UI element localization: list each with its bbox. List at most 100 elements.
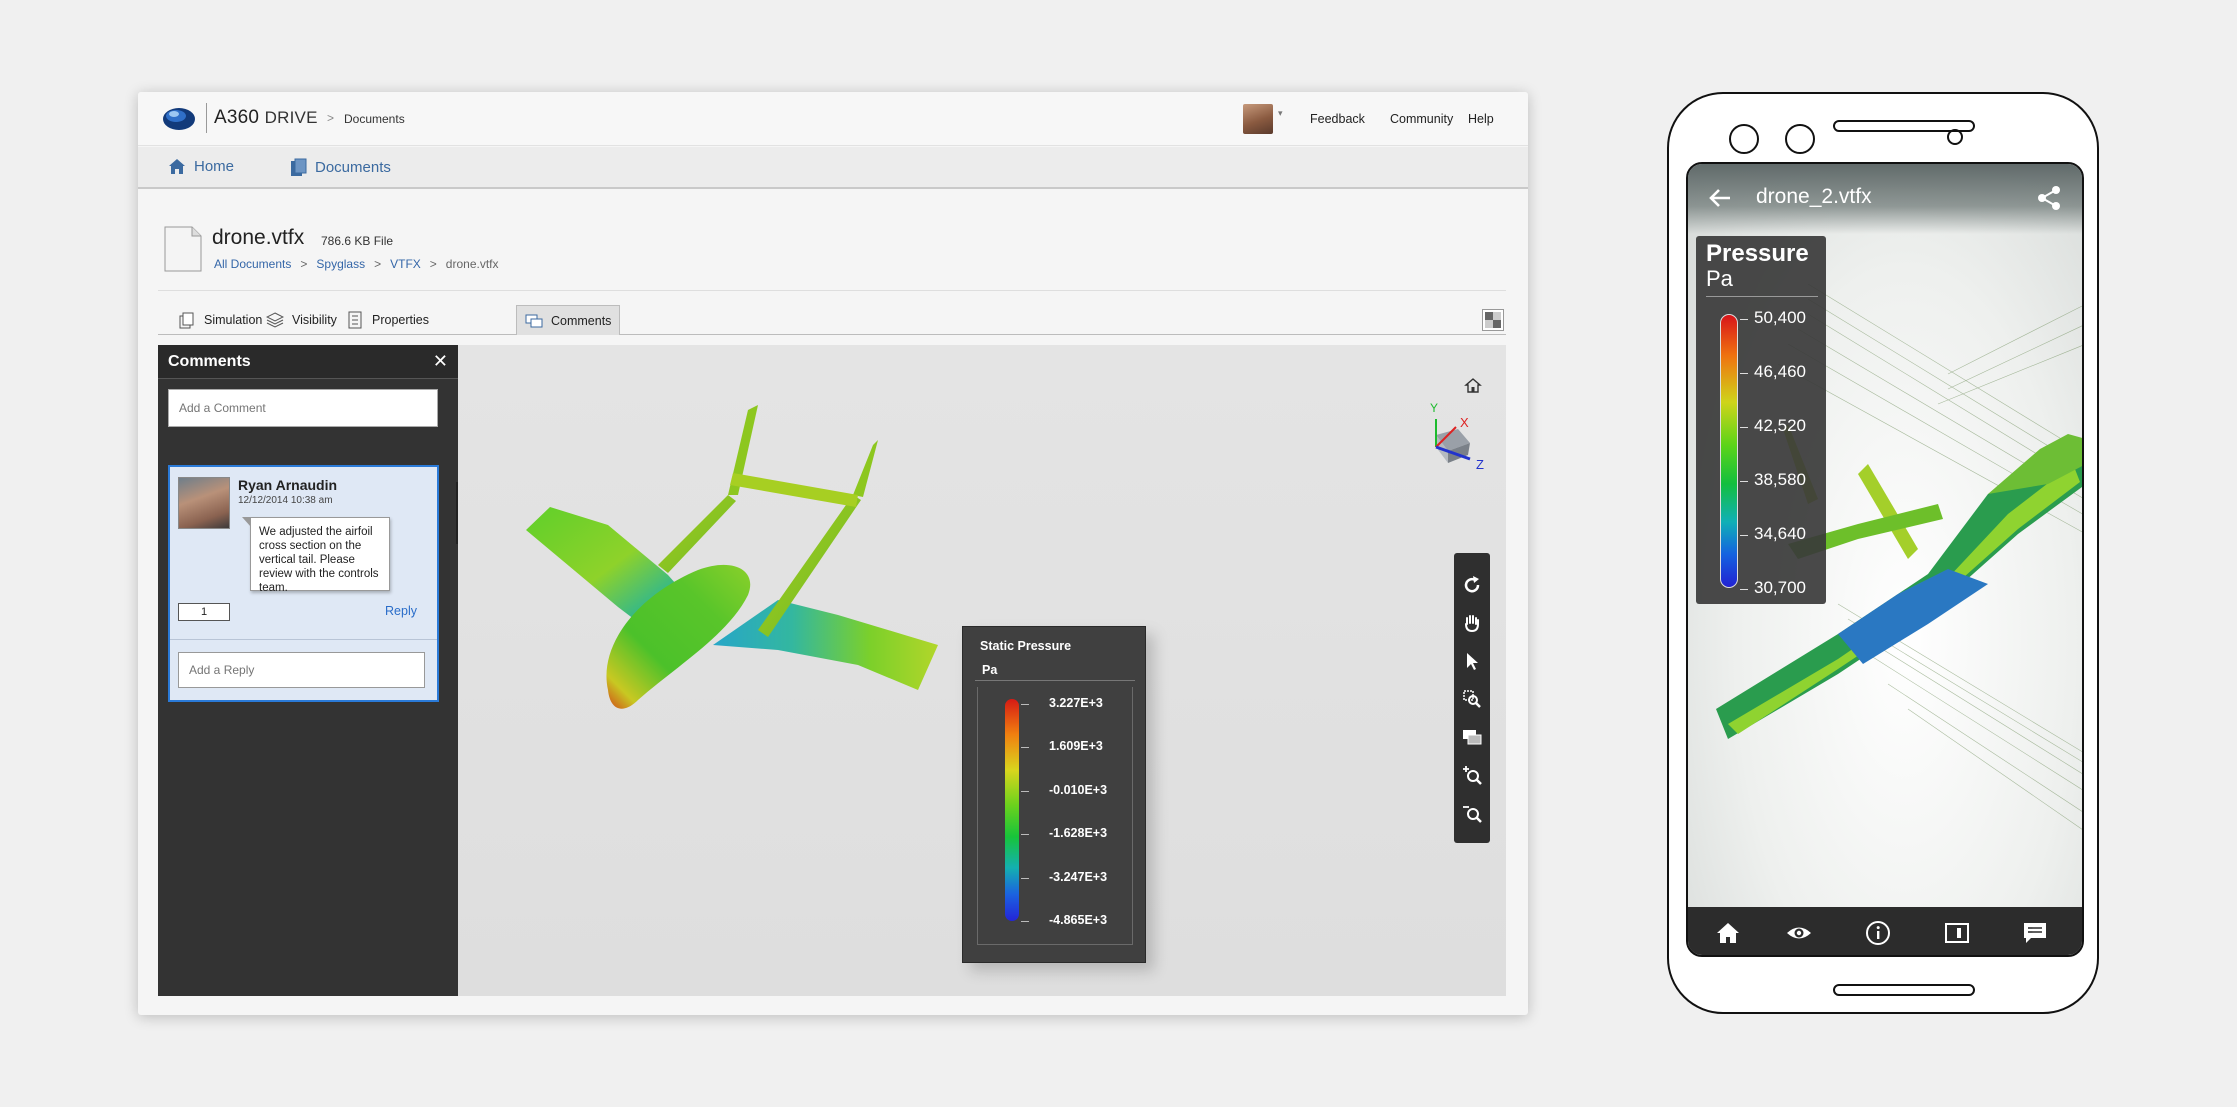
share-icon[interactable] [2034,183,2064,213]
back-arrow-icon[interactable] [1706,184,1734,212]
viewer-tabs: Simulation Visibility Properties Comment… [158,305,1506,335]
legend-value: -1.628E+3 [1049,826,1108,840]
legend-tick [1021,921,1029,922]
crumb-current-file: drone.vtfx [445,257,499,271]
top-bar: A360 DRIVE > Documents ▾ Feedback Commun… [138,92,1528,146]
file-title: drone.vtfx [212,226,305,249]
community-link[interactable]: Community [1390,112,1453,126]
feedback-link[interactable]: Feedback [1310,112,1365,126]
tab-simulation-label: Simulation [204,313,263,327]
sensor-icon [1947,129,1963,145]
axis-z-label: Z [1476,457,1484,472]
tab-simulation[interactable]: Simulation [170,305,270,335]
legend-value: 42,520 [1754,416,1806,435]
close-icon[interactable]: ✕ [433,351,448,372]
legend-tick [1740,481,1748,482]
phone-screen[interactable]: drone_2.vtfx Pressure Pa 50,400 46,460 4… [1686,162,2084,957]
legend-tick [1740,535,1748,536]
zoom-out-icon[interactable] [1461,802,1483,824]
legend-value: -4.865E+3 [1049,913,1108,927]
crumb-sep: > [429,257,437,271]
help-link[interactable]: Help [1468,112,1494,126]
divider [170,639,437,640]
legend-value: 46,460 [1754,362,1806,381]
breadcrumb-separator: > [327,111,335,125]
rotate-icon[interactable] [1461,574,1483,596]
legend-value: 1.609E+3 [1049,739,1103,753]
info-icon[interactable] [1865,920,1891,946]
legend-title: Static Pressure [980,639,1072,653]
legend-value: -3.247E+3 [1049,870,1108,884]
phone-file-title: drone_2.vtfx [1756,185,1872,208]
legend-tick [1740,373,1748,374]
view-cube-triad[interactable]: Y X Z [1418,401,1488,475]
legend-value: 34,640 [1754,524,1806,543]
legend-tick [1021,704,1029,705]
legend-tick [1021,791,1029,792]
legend-tick [1740,589,1748,590]
reply-input[interactable] [178,652,425,688]
nav-home[interactable]: Home [168,158,234,175]
crumb-all-documents[interactable]: All Documents [214,257,291,271]
nav-documents[interactable]: Documents [290,158,391,177]
phone-home-button[interactable] [1833,984,1975,996]
color-scale-bar [1005,699,1019,921]
divider [158,290,1506,291]
legend-unit: Pa [1706,266,1733,291]
tab-visibility[interactable]: Visibility [258,305,345,335]
select-pointer-icon[interactable] [1461,650,1483,672]
layers-icon [266,312,284,328]
axis-y-label: Y [1430,401,1439,415]
tab-comments[interactable]: Comments [516,305,621,335]
eye-icon[interactable] [1786,920,1812,946]
documents-icon [291,158,307,176]
comment-card[interactable]: Ryan Arnaudin 12/12/2014 10:38 am We adj… [168,465,439,702]
nav-documents-label: Documents [315,159,391,176]
legend-value: -0.010E+3 [1049,783,1108,797]
reply-link[interactable]: Reply [385,604,417,618]
crumb-sep: > [374,257,382,271]
comment-text: We adjusted the airfoil cross section on… [242,517,390,594]
phone-pressure-legend: Pressure Pa 50,400 46,460 42,520 38,580 … [1696,236,1826,604]
legend-value: 30,700 [1754,578,1806,597]
home-icon[interactable] [1715,920,1741,946]
section-icon[interactable] [1944,920,1970,946]
chevron-down-icon[interactable]: ▾ [1278,108,1283,119]
comment-date: 12/12/2014 10:38 am [238,495,333,506]
comment-icon[interactable] [1461,726,1483,748]
viewer-toolbar [1454,553,1490,843]
comment-reply-count: 1 [178,603,230,621]
legend-tick [1021,834,1029,835]
legend-tick [1021,747,1029,748]
camera-icon [1785,124,1815,154]
user-avatar[interactable] [1243,104,1273,134]
pan-hand-icon[interactable] [1461,612,1483,634]
file-size: 786.6 KB File [321,234,394,248]
file-breadcrumb: All Documents > Spyglass > VTFX > drone.… [214,257,499,271]
nav-bar: Home Documents [138,147,1528,189]
zoom-in-icon[interactable] [1461,764,1483,786]
comments-title: Comments [168,353,251,370]
zoom-window-icon[interactable] [1461,688,1483,710]
comments-icon [525,314,543,327]
comments-panel: Comments ✕ Ryan Arnaudin 12/12/2014 10:3… [158,345,458,996]
divider [1706,296,1818,297]
breadcrumb-documents[interactable]: Documents [344,112,405,126]
home-view-icon[interactable] [1464,377,1482,395]
crumb-vtfx[interactable]: VTFX [390,257,421,271]
phone-frame: drone_2.vtfx Pressure Pa 50,400 46,460 4… [1667,92,2099,1014]
add-comment-input[interactable] [168,389,438,427]
file-icon [164,226,202,272]
comments-icon[interactable] [2022,920,2048,946]
fullscreen-toggle-icon[interactable] [1482,309,1504,331]
nav-home-label: Home [194,158,235,175]
legend-tick [1740,427,1748,428]
model-viewport[interactable]: Y X Z Static Pressure Pa 3.227E+3 1.609E… [458,345,1506,996]
camera-icon [1729,124,1759,154]
legend-box [977,687,1133,945]
legend-title: Pressure [1706,240,1809,267]
color-scale-bar [1720,314,1738,588]
crumb-spyglass[interactable]: Spyglass [316,257,365,271]
tab-properties[interactable]: Properties [338,305,437,335]
autodesk-logo-icon[interactable] [162,105,196,131]
